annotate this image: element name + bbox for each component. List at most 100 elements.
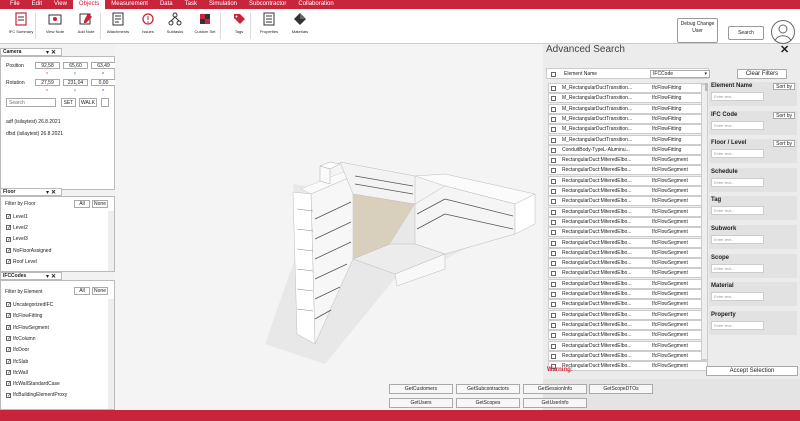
row-checkbox[interactable] (551, 219, 556, 225)
accept-selection-button[interactable]: Accept Selection (706, 366, 798, 376)
floor-item[interactable]: ✓ Level1 (6, 213, 28, 222)
result-row[interactable]: M_RectangularDuctTransition... IfcFlowFit… (548, 134, 708, 145)
menu-view[interactable]: View (48, 0, 73, 9)
row-checkbox[interactable] (551, 116, 556, 122)
result-row[interactable]: RectangularDuct:MiteredElbo... IfcFlowSeg… (548, 350, 708, 361)
camera-option-button[interactable] (101, 98, 109, 107)
checkbox[interactable]: ✓ (6, 258, 11, 264)
ifc-item[interactable]: ✓ IfcBuildingElementProxy (6, 391, 67, 400)
close-icon[interactable]: ✕ (51, 189, 56, 196)
row-checkbox[interactable] (551, 178, 556, 184)
pin-icon[interactable]: ▾ (46, 49, 49, 56)
result-row[interactable]: RectangularDuct:MiteredElbo... IfcFlowSeg… (548, 330, 708, 341)
checkbox[interactable]: ✓ (6, 392, 11, 398)
position-y[interactable]: 65,60 (63, 62, 88, 69)
menu-simulation[interactable]: Simulation (203, 0, 243, 9)
close-icon[interactable]: ✕ (51, 273, 56, 280)
result-row[interactable]: RectangularDuct:MiteredElbo... IfcFlowSeg… (548, 175, 708, 186)
result-row[interactable]: RectangularDuct:MiteredElbo... IfcFlowSeg… (548, 155, 708, 166)
ifc-item[interactable]: ✓ IfcDoor (6, 346, 29, 355)
api-getuserinfo-button[interactable]: GetUserInfo (523, 398, 587, 408)
checkbox[interactable]: ✓ (6, 247, 11, 253)
row-checkbox[interactable] (551, 261, 556, 267)
result-row[interactable]: RectangularDuct:MiteredElbo... IfcFlowSeg… (548, 278, 708, 289)
result-row[interactable]: RectangularDuct:MiteredElbo... IfcFlowSeg… (548, 216, 708, 227)
row-checkbox[interactable] (551, 137, 556, 143)
result-row[interactable]: RectangularDuct:MiteredElbo... IfcFlowSeg… (548, 268, 708, 279)
note-item[interactable]: adf (isilaytest) 26.8.2021 (6, 119, 60, 125)
ifc-item[interactable]: ✓ IfcSlab (6, 358, 28, 367)
result-row[interactable]: M_RectangularDuctTransition... IfcFlowFit… (548, 103, 708, 114)
toolbar-custom-set-button[interactable]: Custom Set (190, 12, 220, 34)
menu-task[interactable]: Task (179, 0, 203, 9)
row-checkbox[interactable] (551, 230, 556, 236)
checkbox[interactable]: ✓ (6, 313, 11, 319)
row-checkbox[interactable] (551, 106, 556, 112)
floor-none-button[interactable]: None (92, 200, 108, 208)
result-row[interactable]: M_RectangularDuctTransition... IfcFlowFit… (548, 83, 708, 93)
checkbox[interactable]: ✓ (6, 236, 11, 242)
ifc-item[interactable]: ✓ IfcFlowFitting (6, 312, 42, 321)
toolbar-view-note-button[interactable]: View Note (40, 12, 70, 34)
checkbox[interactable]: ✓ (6, 225, 11, 231)
filter-input[interactable]: Enter text... (711, 177, 764, 187)
row-checkbox[interactable] (551, 127, 556, 133)
result-row[interactable]: M_RectangularDuctTransition... IfcFlowFit… (548, 113, 708, 124)
camera-search-input[interactable] (6, 98, 56, 107)
close-icon[interactable]: ✕ (780, 43, 789, 56)
filter-input[interactable]: Enter text... (711, 206, 764, 216)
result-row[interactable]: RectangularDuct:MiteredElbo... IfcFlowSeg… (548, 186, 708, 196)
ifccode-dropdown[interactable]: IFCCode ▾ (650, 70, 710, 78)
toolbar-properties-button[interactable]: Properties (254, 12, 284, 34)
result-row[interactable]: RectangularDuct:MiteredElbo... IfcFlowSeg… (548, 196, 708, 207)
scroll-thumb[interactable] (705, 83, 708, 91)
floor-item[interactable]: ✓ Level3 (6, 235, 28, 244)
api-getscopes-button[interactable]: GetScopes (456, 398, 520, 408)
api-getsessioninfo-button[interactable]: GetSessionInfo (523, 384, 587, 394)
menu-measurement[interactable]: Measurement (105, 0, 154, 9)
toolbar-add-note-button[interactable]: Add Note (71, 12, 101, 34)
row-checkbox[interactable] (551, 271, 556, 277)
result-row[interactable]: ConduitBody-TypeL-Aluminu... IfcFlowFitti… (548, 144, 708, 155)
result-row[interactable]: M_RectangularDuctTransition... IfcFlowFit… (548, 124, 708, 135)
checkbox[interactable]: ✓ (6, 214, 11, 220)
row-checkbox[interactable] (551, 281, 556, 287)
api-getcustomers-button[interactable]: GetCustomers (389, 384, 453, 394)
filter-input[interactable]: Enter text... (711, 92, 764, 101)
result-row[interactable]: RectangularDuct:MiteredElbo... IfcFlowSeg… (548, 340, 708, 351)
row-checkbox[interactable] (551, 322, 556, 328)
select-all-checkbox[interactable] (551, 72, 556, 77)
row-checkbox[interactable] (551, 353, 556, 359)
row-checkbox[interactable] (551, 86, 556, 91)
api-getusers-button[interactable]: GetUsers (389, 398, 453, 408)
result-row[interactable]: RectangularDuct:MiteredElbo... IfcFlowSeg… (548, 299, 708, 310)
row-checkbox[interactable] (551, 343, 556, 349)
row-checkbox[interactable] (551, 199, 556, 205)
ifc-item[interactable]: ✓ IfcWall (6, 369, 28, 378)
floor-item[interactable]: ✓ Level2 (6, 224, 28, 233)
menu-file[interactable]: File (4, 0, 26, 9)
sort-by-button[interactable]: Sort by (773, 111, 795, 119)
row-checkbox[interactable] (551, 302, 556, 308)
checkbox[interactable]: ✓ (6, 302, 11, 308)
ifc-item[interactable]: ✓ UncategorizedIFC (6, 301, 53, 310)
filter-input[interactable]: Enter text... (711, 263, 764, 273)
results-scrollbar[interactable] (701, 84, 708, 360)
row-checkbox[interactable] (551, 189, 556, 194)
search-button[interactable]: Search (728, 26, 764, 40)
result-row[interactable]: RectangularDuct:MiteredElbo... IfcFlowSeg… (548, 289, 708, 299)
floor-scrollbar[interactable] (108, 211, 114, 271)
row-checkbox[interactable] (551, 209, 556, 215)
row-checkbox[interactable] (551, 250, 556, 256)
row-checkbox[interactable] (551, 312, 556, 318)
toolbar-materials-button[interactable]: Materials (285, 12, 315, 34)
row-checkbox[interactable] (551, 96, 556, 102)
3d-viewport[interactable] (115, 44, 543, 410)
filter-input[interactable]: Enter text... (711, 320, 764, 330)
ifc-item[interactable]: ✓ IfcColumn (6, 335, 36, 344)
menu-subcontractor[interactable]: Subcontractor (243, 0, 292, 9)
row-checkbox[interactable] (551, 168, 556, 174)
api-getscopedtos-button[interactable]: GetScopeDTOs (589, 384, 653, 394)
result-row[interactable]: RectangularDuct:MiteredElbo... IfcFlowSeg… (548, 319, 708, 330)
pin-icon[interactable]: ▾ (46, 273, 49, 280)
